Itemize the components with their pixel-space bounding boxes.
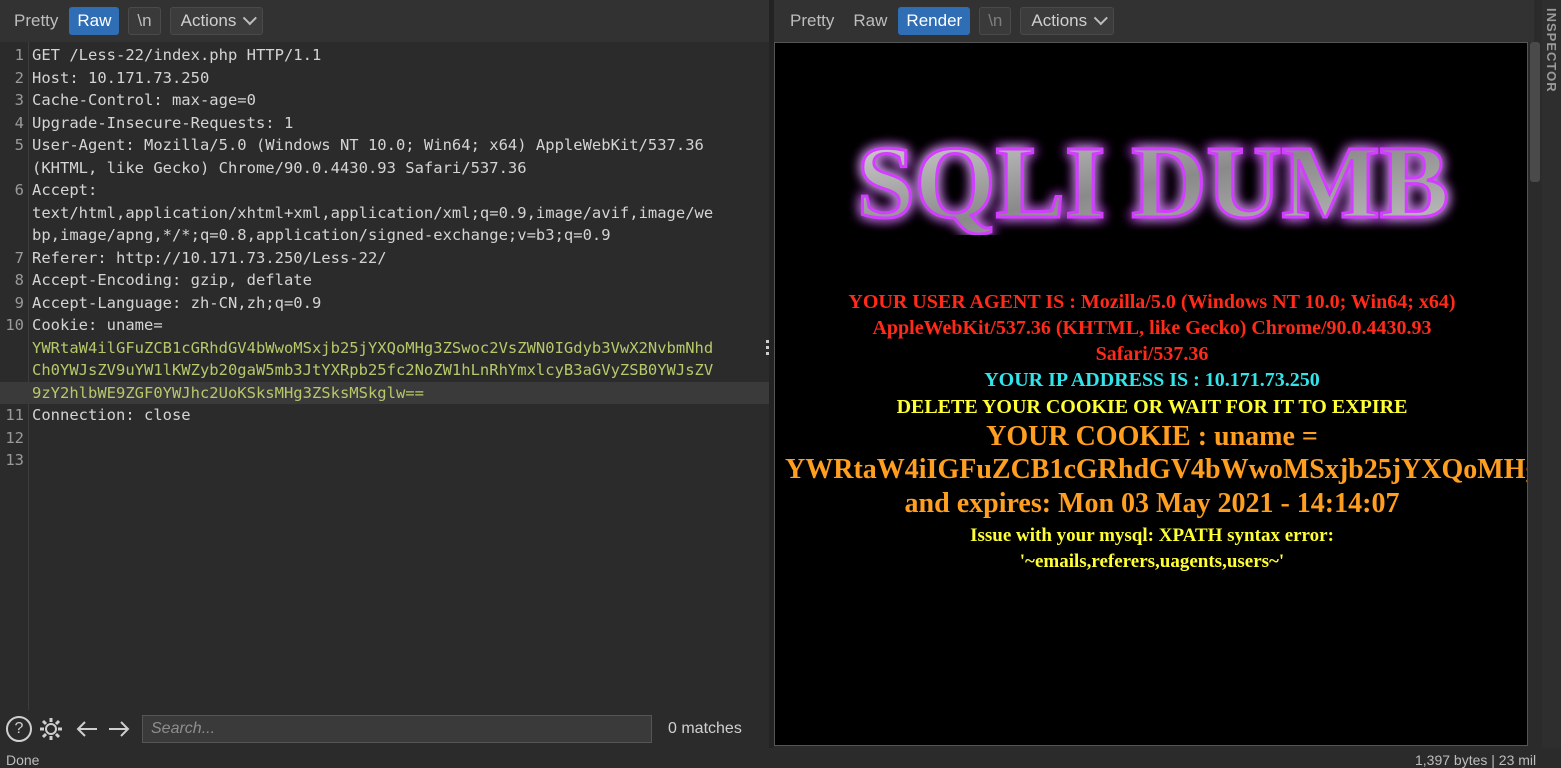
tab-pretty[interactable]: Pretty <box>6 7 66 35</box>
cookie-value-line: YWRtaW4iIGFuZCB1cGRhdGV4bWwoMSxjb25jYXQo… <box>785 454 1527 485</box>
request-toolbar: Pretty Raw \n Actions <box>0 0 769 42</box>
line-number: 10 <box>5 316 24 334</box>
search-placeholder: Search... <box>151 720 216 737</box>
line-text: Accept: <box>32 181 98 199</box>
line-number: 1 <box>14 46 24 64</box>
line-text: GET /Less-22/index.php HTTP/1.1 <box>32 46 322 64</box>
actions-label: Actions <box>1031 11 1088 30</box>
newline-toggle[interactable]: \n <box>979 7 1012 35</box>
code-line[interactable]: 2 Host: 10.171.73.250 <box>0 67 769 90</box>
code-line[interactable]: Ch0YWJsZV9uYW1lKWZyb20gaW5mb3JtYXRpb25fc… <box>0 359 769 382</box>
inspector-label: INSPECTOR <box>1544 8 1559 93</box>
newline-toggle[interactable]: \n <box>128 7 161 35</box>
code-line[interactable]: 8 Accept-Encoding: gzip, deflate <box>0 269 769 292</box>
line-text: Cache-Control: max-age=0 <box>32 91 256 109</box>
chevron-down-icon <box>243 11 258 26</box>
line-number: 6 <box>14 181 24 199</box>
line-number: 8 <box>14 271 24 289</box>
line-text: Accept-Encoding: gzip, deflate <box>32 271 312 289</box>
line-number: 11 <box>5 406 24 424</box>
search-input[interactable]: Search... <box>142 715 652 743</box>
code-line[interactable]: 9zY2hlbWE9ZGF0YWJhc2UoKSksMHg3ZSksMSkglw… <box>0 381 769 404</box>
line-number: 3 <box>14 91 24 109</box>
actions-dropdown[interactable]: Actions <box>169 7 264 35</box>
code-line[interactable]: text/html,application/xhtml+xml,applicat… <box>0 202 769 225</box>
line-number: 7 <box>14 248 24 267</box>
match-count: 0 matches <box>668 720 742 737</box>
response-toolbar: Pretty Raw Render \n Actions <box>774 0 1534 42</box>
line-text: Ch0YWJsZV9uYW1lKWZyb20gaW5mb3JtYXRpb25fc… <box>32 361 714 379</box>
sqli-dumb-logo: SQLI DUMB <box>855 125 1450 235</box>
line-text: bp,image/apng,*/*;q=0.8,application/sign… <box>32 226 611 244</box>
scrollbar-thumb[interactable] <box>1530 42 1540 182</box>
line-text: 9zY2hlbWE9ZGF0YWJhc2UoKSksMHg3ZSksMSkglw… <box>32 383 424 402</box>
inspector-panel[interactable]: INSPECTOR <box>1542 0 1561 748</box>
code-line[interactable]: 7 Referer: http://10.171.73.250/Less-22/ <box>0 247 769 270</box>
cookie-label-line: YOUR COOKIE : uname = <box>986 421 1318 452</box>
code-line[interactable]: 1 GET /Less-22/index.php HTTP/1.1 <box>0 44 769 67</box>
line-text: YWRtaW4ilGFuZCB1cGRhdGV4bWwoMSxjb25jYXQo… <box>32 338 714 357</box>
line-text: Referer: http://10.171.73.250/Less-22/ <box>32 248 387 267</box>
line-text: User-Agent: Mozilla/5.0 (Windows NT 10.0… <box>32 136 704 154</box>
tab-pretty[interactable]: Pretty <box>782 7 842 35</box>
line-number: 9 <box>14 293 24 312</box>
line-text: Connection: close <box>32 406 191 424</box>
code-line[interactable]: 3 Cache-Control: max-age=0 <box>0 89 769 112</box>
user-agent-line-1: YOUR USER AGENT IS : Mozilla/5.0 (Window… <box>848 291 1456 313</box>
code-line[interactable]: (KHTML, like Gecko) Chrome/90.0.4430.93 … <box>0 157 769 180</box>
user-agent-line-2: AppleWebKit/537.36 (KHTML, like Gecko) C… <box>872 317 1432 339</box>
code-line[interactable]: 9 Accept-Language: zh-CN,zh;q=0.9 <box>0 292 769 315</box>
tab-render[interactable]: Render <box>898 7 971 35</box>
help-icon[interactable]: ? <box>6 716 32 742</box>
xpath-error-line: '~emails,referers,uagents,users~' <box>1019 551 1285 572</box>
actions-dropdown[interactable]: Actions <box>1020 7 1115 35</box>
code-line[interactable]: bp,image/apng,*/*;q=0.8,application/sign… <box>0 224 769 247</box>
actions-label: Actions <box>180 11 237 30</box>
line-text: Cookie: uname= <box>32 316 163 334</box>
tab-raw[interactable]: Raw <box>69 7 120 35</box>
arrow-right-icon[interactable] <box>106 716 132 742</box>
gear-icon[interactable] <box>38 716 64 742</box>
render-view: SQLI DUMB YOUR USER AGENT IS : Mozilla/5… <box>774 42 1528 746</box>
line-text: text/html,application/xhtml+xml,applicat… <box>32 203 714 222</box>
code-line[interactable]: YWRtaW4ilGFuZCB1cGRhdGV4bWwoMSxjb25jYXQo… <box>0 337 769 360</box>
code-line[interactable]: 4 Upgrade-Insecure-Requests: 1 <box>0 112 769 135</box>
code-line[interactable]: 11 Connection: close <box>0 404 769 427</box>
line-number: 12 <box>5 428 24 447</box>
line-number: 4 <box>14 113 24 132</box>
chevron-down-icon <box>1093 11 1109 26</box>
status-bar: Done 1,397 bytes | 23 mil <box>0 748 1561 768</box>
search-bar: ? Search... 0 matches <box>0 710 769 748</box>
ip-address-line: YOUR IP ADDRESS IS : 10.171.73.250 <box>984 369 1320 391</box>
delete-cookie-line: DELETE YOUR COOKIE OR WAIT FOR IT TO EXP… <box>896 396 1408 418</box>
line-number: 5 <box>14 136 24 154</box>
expires-line: and expires: Mon 03 May 2021 - 14:14:07 <box>904 488 1400 519</box>
user-agent-line-3: Safari/537.36 <box>1095 343 1209 365</box>
tab-raw[interactable]: Raw <box>845 7 895 35</box>
mysql-issue-line: Issue with your mysql: XPATH syntax erro… <box>970 525 1334 546</box>
render-scrollbar[interactable] <box>1528 42 1542 748</box>
line-number: 2 <box>14 68 24 87</box>
svg-text:SQLI DUMB: SQLI DUMB <box>857 125 1449 235</box>
code-line[interactable]: 6 Accept: <box>0 179 769 202</box>
line-text: (KHTML, like Gecko) Chrome/90.0.4430.93 … <box>32 158 527 177</box>
line-text: Upgrade-Insecure-Requests: 1 <box>32 113 294 132</box>
line-text: Host: 10.171.73.250 <box>32 68 210 87</box>
request-editor[interactable]: 1 GET /Less-22/index.php HTTP/1.1 2 Host: 1… <box>0 42 769 710</box>
code-line[interactable]: 12 <box>0 427 769 450</box>
arrow-left-icon[interactable] <box>74 716 100 742</box>
code-line[interactable]: 5 User-Agent: Mozilla/5.0 (Windows NT 10.… <box>0 134 769 157</box>
line-text: Accept-Language: zh-CN,zh;q=0.9 <box>32 293 322 312</box>
line-number: 13 <box>5 451 24 469</box>
code-line[interactable]: 10 Cookie: uname= <box>0 314 769 337</box>
code-line[interactable]: 13 <box>0 449 769 472</box>
